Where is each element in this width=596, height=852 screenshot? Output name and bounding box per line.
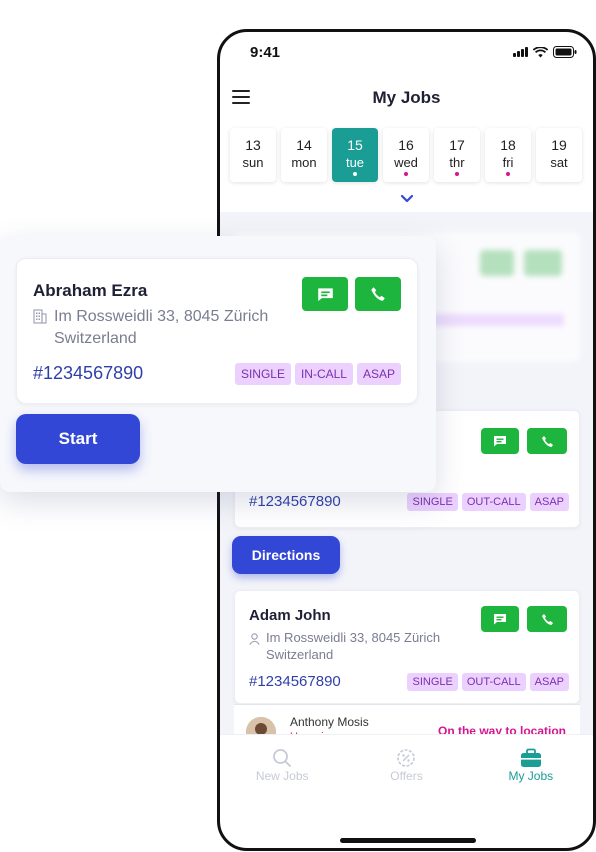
day-number: 16 [398,137,414,153]
home-indicator [340,838,476,843]
date-strip: 13 sun 14 mon 15 tue 16 wed 17 thr 18 fri 19 sa… [230,128,593,186]
job-number: #1234567890 [33,363,144,383]
job-number: #1234567890 [249,493,341,510]
job-card[interactable]: Abraham Ezra Im Rossweidli 33, 8045 Züri… [16,258,418,404]
call-button[interactable] [355,277,401,311]
tag-asap: ASAP [356,363,401,385]
nav-label: Offers [390,769,423,783]
assignee-name: Anthony Mosis [290,715,369,729]
day-number: 18 [500,137,516,153]
day-fri[interactable]: 18 fri [485,128,531,182]
address-line-1: Im Rossweidli 33, 8045 Zürich [54,308,269,325]
tag-single: SINGLE [407,493,458,511]
nav-label: My Jobs [508,769,554,783]
bottom-nav: New Jobs Offers My Jobs [220,734,593,796]
job-number: #1234567890 [249,673,341,690]
nav-offers[interactable]: Offers [344,735,468,796]
nav-label: New Jobs [255,769,309,783]
day-sun[interactable]: 13 sun [230,128,276,182]
job-indicator-dot [455,172,459,176]
stage: 9:41 My Jobs 13 sun 14 mon 15 tue 16 wed [0,0,596,852]
customer-name: Abraham Ezra [33,281,148,300]
directions-button[interactable]: Directions [232,536,340,574]
chevron-down-icon[interactable] [400,190,414,206]
message-button[interactable] [481,606,519,632]
status-icons [513,46,577,58]
tag-in-call: IN-CALL [294,363,353,385]
day-number: 17 [449,137,465,153]
job-tags: SINGLE IN-CALL ASAP [231,363,401,385]
customer-name: Adam John [249,607,331,624]
day-thr[interactable]: 17 thr [434,128,480,182]
day-label: sat [550,155,568,170]
page-title: My Jobs [372,88,441,107]
job-indicator-dot [404,172,408,176]
top-bar: My Jobs [220,82,593,116]
discount-badge-icon [396,747,416,769]
day-tue-selected[interactable]: 15 tue [332,128,378,182]
message-button[interactable] [302,277,348,311]
day-label: wed [394,155,418,170]
job-card[interactable]: Adam John Im Rossweidli 33, 8045 Zürich … [234,590,580,704]
job-indicator-dot [506,172,510,176]
nav-new-jobs[interactable]: New Jobs [220,735,344,796]
battery-icon [553,46,577,58]
day-mon[interactable]: 14 mon [281,128,327,182]
day-label: mon [291,155,317,170]
job-indicator-dot [353,172,357,176]
job-tags: SINGLE OUT-CALL ASAP [403,493,569,511]
call-button[interactable] [527,606,567,632]
day-wed[interactable]: 16 wed [383,128,429,182]
briefcase-icon [520,747,542,769]
day-label: tue [345,155,365,170]
tag-asap: ASAP [529,673,569,691]
signal-icon [513,47,528,57]
status-bar: 9:41 [220,32,593,76]
chat-icon [494,436,506,447]
tag-single: SINGLE [234,363,291,385]
chat-icon [494,614,506,625]
day-label: thr [449,155,465,170]
day-number: 15 [347,137,363,153]
phone-icon [541,435,553,447]
highlighted-job-panel: Abraham Ezra Im Rossweidli 33, 8045 Züri… [0,236,436,492]
message-button[interactable] [481,428,519,454]
user-icon [249,633,260,645]
day-sat[interactable]: 19 sat [536,128,582,182]
day-label: fri [502,155,514,170]
wifi-icon [533,46,548,58]
day-number: 19 [551,137,567,153]
day-number: 14 [296,137,312,153]
start-button[interactable]: Start [16,414,140,464]
chat-icon [317,287,333,301]
nav-my-jobs[interactable]: My Jobs [469,735,593,796]
tag-single: SINGLE [407,673,458,691]
address-line-2: Switzerland [54,330,137,347]
day-label: sun [242,155,264,170]
address-line-1: Im Rossweidli 33, 8045 Zürich [266,630,441,645]
status-time: 9:41 [250,44,281,61]
day-number: 13 [245,137,261,153]
tag-out-call: OUT-CALL [461,673,526,691]
phone-icon [371,287,385,301]
tag-out-call: OUT-CALL [461,493,526,511]
job-tags: SINGLE OUT-CALL ASAP [403,673,569,691]
tag-asap: ASAP [529,493,569,511]
address-line-2: Switzerland [266,647,334,662]
building-icon [33,309,47,324]
search-icon [272,747,292,769]
phone-icon [541,613,553,625]
call-button[interactable] [527,428,567,454]
